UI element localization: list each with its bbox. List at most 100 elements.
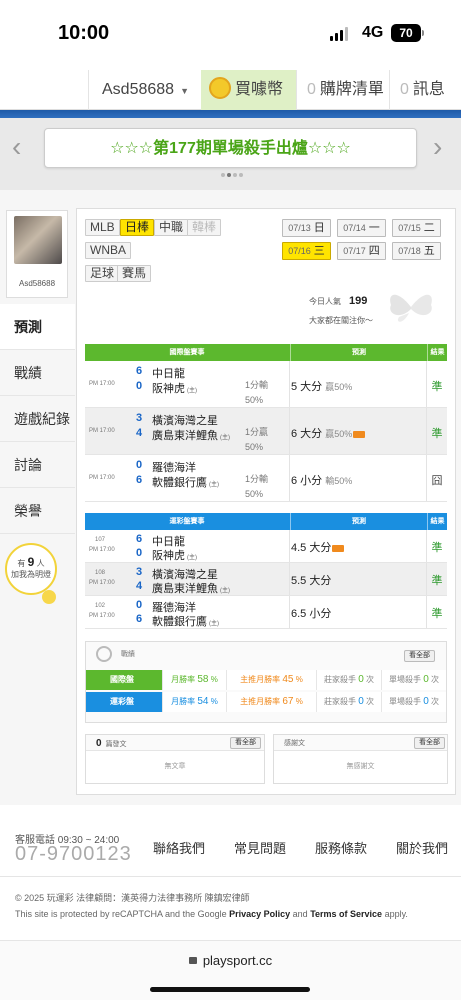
fan-lamp-badge[interactable]: 有 9 人 加我為明燈 bbox=[5, 543, 57, 604]
avatar-card[interactable]: Asd58688 bbox=[6, 210, 68, 298]
column-divider bbox=[426, 596, 427, 628]
status-bar: 10:00 4G 70 bbox=[0, 0, 461, 70]
home-indicator[interactable] bbox=[150, 987, 310, 992]
carousel-dot[interactable] bbox=[221, 173, 225, 177]
home-team: 廣島東洋鯉魚 (主) bbox=[152, 583, 230, 595]
watching-text: 大家都在關注你～ bbox=[309, 316, 373, 325]
footer-link-terms[interactable]: 服務條款 bbox=[315, 838, 367, 857]
terms-link[interactable]: Terms of Service bbox=[310, 909, 382, 919]
footer-link-contact[interactable]: 聯絡我們 bbox=[153, 838, 205, 857]
chevron-down-icon: ▼ bbox=[180, 86, 189, 96]
sidebar-item-discussion[interactable]: 討論 bbox=[0, 442, 75, 488]
hot-icon bbox=[332, 544, 345, 552]
away-team: 中日龍 bbox=[152, 368, 185, 380]
prediction: 5 大分 贏50% bbox=[291, 381, 353, 393]
featured-win-rate: 主推月勝率 45 % bbox=[226, 670, 316, 690]
thanks-label: 感謝文 bbox=[284, 740, 305, 747]
thanks-view-all-button[interactable]: 看全部 bbox=[414, 737, 445, 749]
header-prediction: 預測 bbox=[290, 344, 427, 361]
carousel-dot[interactable] bbox=[233, 173, 237, 177]
handicap: 1分輸 50% bbox=[245, 380, 269, 405]
away-score: 6 bbox=[136, 365, 143, 377]
league-kbo: 韓棒 bbox=[187, 219, 222, 236]
date-0718[interactable]: 07/18 五 bbox=[392, 242, 441, 260]
user-menu[interactable]: Asd58688 ▼ bbox=[88, 70, 200, 110]
prediction: 5.5 大分 bbox=[291, 575, 332, 587]
table-row[interactable]: PM 17:00 0 羅德海洋 6 軟體銀行鷹 (主) 1分輸 50% 6 小分 輸50% 囧 bbox=[85, 455, 447, 502]
footer-link-faq[interactable]: 常見問題 bbox=[234, 838, 286, 857]
monthly-win-rate: 月勝率 58 % bbox=[162, 670, 226, 690]
thanks-box: 感謝文 看全部 無感謝文 bbox=[273, 734, 448, 784]
sidebar-item-game-log[interactable]: 遊戲紀錄 bbox=[0, 396, 75, 442]
sidebar-username: Asd58688 bbox=[18, 279, 56, 288]
cart-count: 0 bbox=[307, 81, 316, 98]
home-score: 4 bbox=[136, 580, 143, 592]
table-row[interactable]: PM 17:00 3 橫濱海灣之星 4 廣島東洋鯉魚 (主) 1分贏 50% 6 大分 贏50%… bbox=[85, 408, 447, 455]
record-row: 國際盤 月勝率 58 % 主推月勝率 45 % 莊家殺手 0 次單場殺手 0 次 bbox=[86, 670, 446, 690]
carousel-dot[interactable] bbox=[227, 173, 231, 177]
record-row: 運彩盤 月勝率 54 % 主推月勝率 67 % 莊家殺手 0 次單場殺手 0 次 bbox=[86, 692, 446, 712]
date-0716[interactable]: 07/16 三 bbox=[282, 242, 331, 260]
posts-view-all-button[interactable]: 看全部 bbox=[230, 737, 261, 749]
table-row[interactable]: 108 PM 17:00 3 橫濱海灣之星 4 廣島東洋鯉魚 (主) 5.5 大分準 bbox=[85, 563, 447, 596]
single-killer: 單場殺手 0 次 bbox=[381, 670, 446, 690]
record-icon bbox=[96, 646, 112, 662]
home-team: 阪神虎 (主) bbox=[152, 550, 197, 562]
date-0715[interactable]: 07/15 二 bbox=[392, 219, 441, 237]
result: 囧 bbox=[431, 475, 443, 487]
record-view-all-button[interactable]: 看全部 bbox=[404, 650, 435, 662]
column-divider bbox=[289, 408, 290, 454]
signal-icon bbox=[330, 27, 348, 41]
home-team: 軟體銀行鷹 (主) bbox=[152, 477, 219, 489]
date-0713[interactable]: 07/13 日 bbox=[282, 219, 331, 237]
league-cpbl[interactable]: 中職 bbox=[154, 219, 189, 236]
support-phone[interactable]: 07-9700123 bbox=[15, 843, 132, 866]
avatar bbox=[14, 216, 62, 264]
header-result: 結果 bbox=[427, 513, 447, 530]
league-soccer[interactable]: 足球 bbox=[85, 265, 120, 282]
league-wnba[interactable]: WNBA bbox=[85, 242, 131, 259]
home-score: 6 bbox=[136, 613, 143, 625]
result: 準 bbox=[431, 608, 443, 620]
away-team: 橫濱海灣之星 bbox=[152, 415, 218, 427]
cart-link[interactable]: 0 購牌清單 bbox=[296, 70, 388, 110]
hot-icon bbox=[353, 430, 366, 438]
league-horse-racing[interactable]: 賽馬 bbox=[117, 265, 152, 282]
lightbulb-icon bbox=[42, 590, 56, 604]
game-number: 102 bbox=[95, 603, 106, 609]
banner-announcement[interactable]: ☆☆☆第177期單場殺手出爐☆☆☆ bbox=[44, 128, 417, 168]
chevron-left-icon[interactable]: ‹ bbox=[12, 132, 21, 162]
league-mlb[interactable]: MLB bbox=[85, 219, 120, 236]
footer-link-about[interactable]: 關於我們 bbox=[396, 838, 448, 857]
column-divider bbox=[426, 408, 427, 454]
coin-icon bbox=[209, 76, 231, 99]
sidebar-item-predictions[interactable]: 預測 bbox=[0, 304, 75, 350]
league-npb[interactable]: 日棒 bbox=[120, 219, 155, 236]
sidebar-item-honors[interactable]: 榮譽 bbox=[0, 488, 75, 534]
top-nav: Asd58688 ▼ 買噱幣 0 購牌清單 0 訊息 bbox=[0, 70, 461, 110]
game-number: 107 bbox=[95, 537, 106, 543]
single-killer: 單場殺手 0 次 bbox=[381, 692, 446, 712]
privacy-policy-link[interactable]: Privacy Policy bbox=[229, 909, 290, 919]
buy-coins-button[interactable]: 買噱幣 bbox=[201, 70, 296, 110]
table-row[interactable]: 102 PM 17:00 0 羅德海洋 6 軟體銀行鷹 (主) 6.5 小分準 bbox=[85, 596, 447, 629]
url-text: playsport.cc bbox=[202, 953, 273, 968]
home-team: 軟體銀行鷹 (主) bbox=[152, 616, 219, 628]
carousel-dot[interactable] bbox=[239, 173, 243, 177]
chevron-right-icon[interactable]: › bbox=[433, 132, 442, 162]
column-divider bbox=[289, 361, 290, 407]
username: Asd58688 bbox=[102, 81, 175, 98]
date-0714[interactable]: 07/14 一 bbox=[337, 219, 386, 237]
table-row[interactable]: 107 PM 17:00 6 中日龍 0 阪神虎 (主) 4.5 大分準 bbox=[85, 530, 447, 563]
thanks-empty: 無感謝文 bbox=[346, 763, 375, 770]
column-divider bbox=[289, 563, 290, 595]
copyright: © 2025 玩運彩 法律顧問：漢英得力法律事務所 陳鎮宏律師 bbox=[15, 893, 250, 903]
messages-link[interactable]: 0 訊息 bbox=[389, 70, 461, 110]
header-games: 運彩盤賽事 bbox=[169, 518, 205, 525]
date-0717[interactable]: 07/17 四 bbox=[337, 242, 386, 260]
header-prediction: 預測 bbox=[290, 513, 427, 530]
prediction: 6 小分 輸50% bbox=[291, 475, 353, 487]
fans-unit: 人 bbox=[36, 559, 45, 568]
sidebar-item-record[interactable]: 戰績 bbox=[0, 350, 75, 396]
table-row[interactable]: PM 17:00 6 中日龍 0 阪神虎 (主) 1分輸 50% 5 大分 贏50% 準 bbox=[85, 361, 447, 408]
